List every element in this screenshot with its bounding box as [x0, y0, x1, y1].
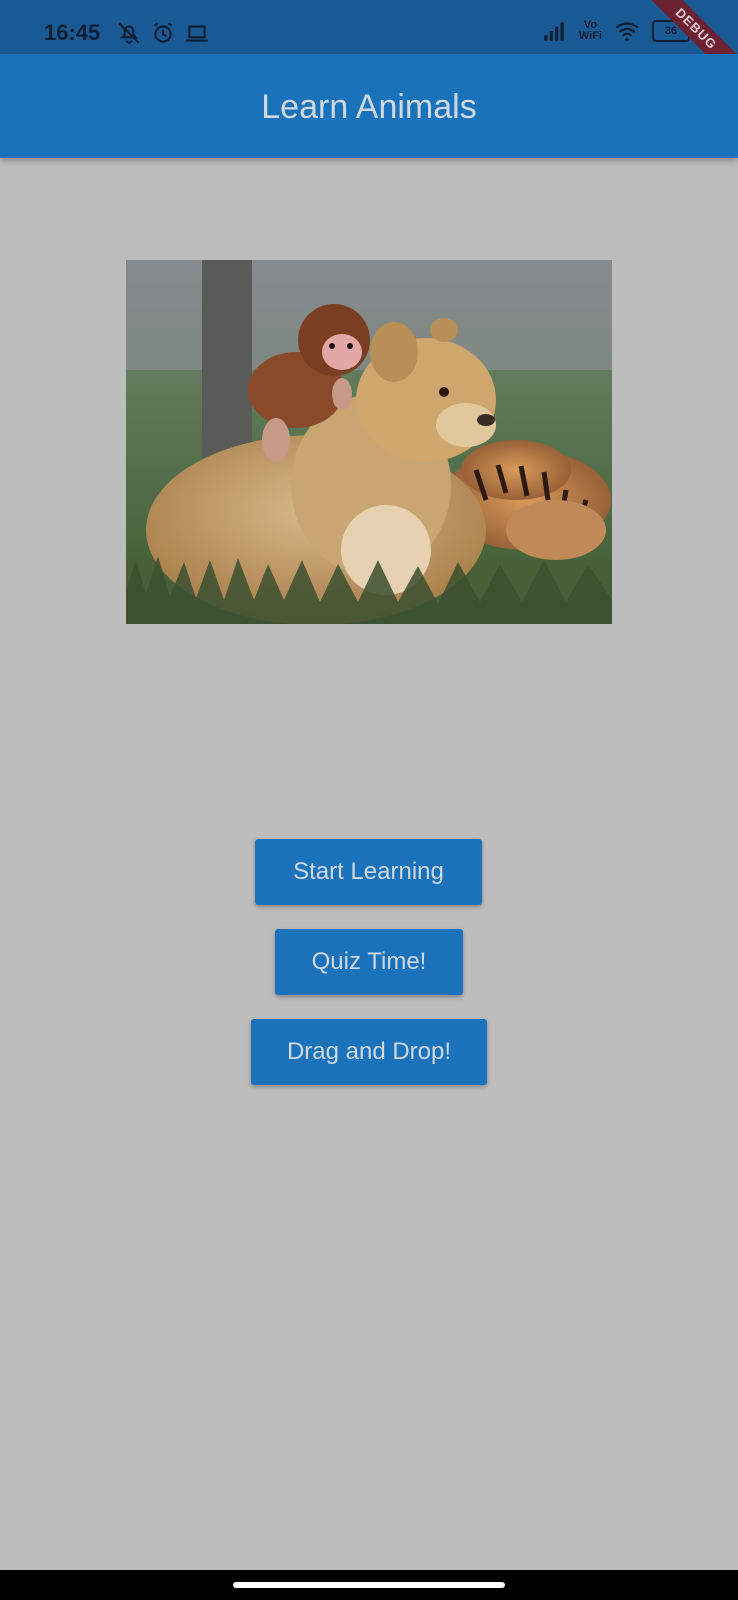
alarm-clock-icon	[153, 22, 173, 43]
signal-icon	[544, 22, 564, 41]
laptop-icon	[186, 25, 208, 42]
page-title: Learn Animals	[261, 88, 477, 126]
status-time: 16:45	[44, 20, 101, 45]
home-indicator[interactable]	[233, 1582, 505, 1588]
navigation-bar	[0, 1570, 738, 1600]
app-bar: Learn Animals	[0, 54, 738, 158]
quiz-time-button[interactable]: Quiz Time!	[275, 929, 463, 995]
wifi-icon	[615, 22, 639, 42]
wifi-label: WiFi	[578, 30, 602, 42]
animal-photo	[126, 260, 612, 624]
status-bar: 16:45 Vo WiFi 36 DEBUG	[0, 0, 738, 94]
status-right-icons: Vo WiFi 36	[541, 18, 690, 44]
drag-and-drop-button[interactable]: Drag and Drop!	[251, 1019, 487, 1085]
status-left-icons	[116, 20, 210, 46]
bell-off-icon	[118, 22, 140, 44]
volte-wifi-icon: Vo WiFi	[579, 20, 602, 42]
hero-animal-image	[126, 260, 612, 624]
start-learning-button[interactable]: Start Learning	[255, 839, 482, 905]
